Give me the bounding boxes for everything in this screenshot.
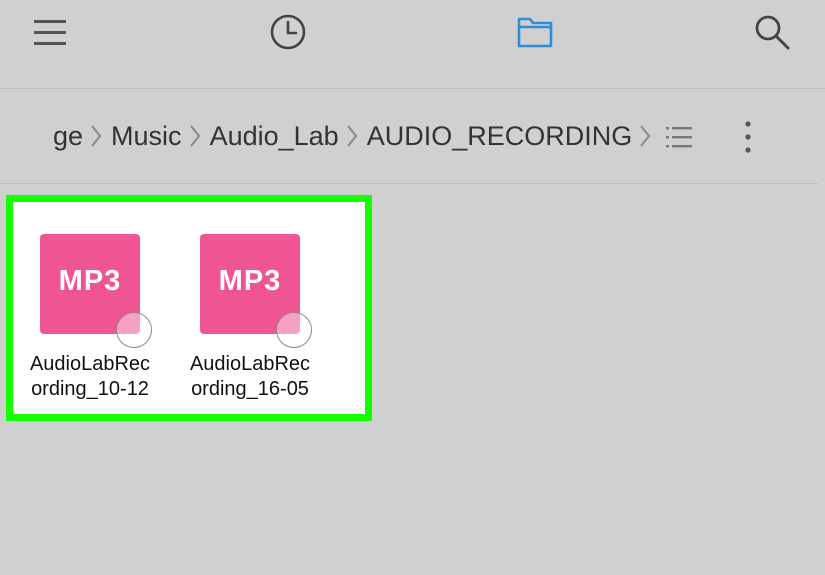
more-options-icon[interactable] <box>730 119 766 155</box>
chevron-right-icon <box>87 123 107 149</box>
search-icon[interactable] <box>752 12 792 52</box>
chevron-right-icon <box>343 123 363 149</box>
thumb-label: MP3 <box>218 264 282 297</box>
breadcrumb-item[interactable]: Music <box>107 121 186 152</box>
thumb-label: MP3 <box>58 264 122 297</box>
file-name: AudioLabRec ording_10-12 <box>13 352 167 402</box>
file-grid: MP3 AudioLabRec ording_10-12 MP3 AudioLa… <box>6 195 372 421</box>
list-view-icon[interactable] <box>661 119 697 155</box>
chevron-right-icon <box>636 123 656 149</box>
folder-icon[interactable] <box>515 12 555 52</box>
breadcrumb-item[interactable]: ge <box>49 121 87 152</box>
file-item[interactable]: MP3 AudioLabRec ording_10-12 <box>13 202 163 414</box>
file-name-line: ording_16-05 <box>191 378 309 400</box>
menu-icon[interactable] <box>30 12 70 52</box>
breadcrumb: ge Music Audio_Lab AUDIO_RECORDING <box>0 89 818 184</box>
breadcrumb-item[interactable]: Audio_Lab <box>206 121 343 152</box>
history-icon[interactable] <box>268 12 308 52</box>
file-item[interactable]: MP3 AudioLabRec ording_16-05 <box>173 202 323 414</box>
breadcrumb-path: ge Music Audio_Lab AUDIO_RECORDING <box>49 89 656 183</box>
select-checkbox[interactable] <box>276 312 312 348</box>
select-checkbox[interactable] <box>116 312 152 348</box>
breadcrumb-item-current[interactable]: AUDIO_RECORDING <box>363 121 637 152</box>
file-name-line: AudioLabRec <box>189 353 311 375</box>
file-name: AudioLabRec ording_16-05 <box>173 352 327 402</box>
chevron-right-icon <box>186 123 206 149</box>
file-name-line: ording_10-12 <box>31 378 149 400</box>
top-toolbar <box>0 0 825 89</box>
file-name-line: AudioLabRec <box>29 353 151 375</box>
